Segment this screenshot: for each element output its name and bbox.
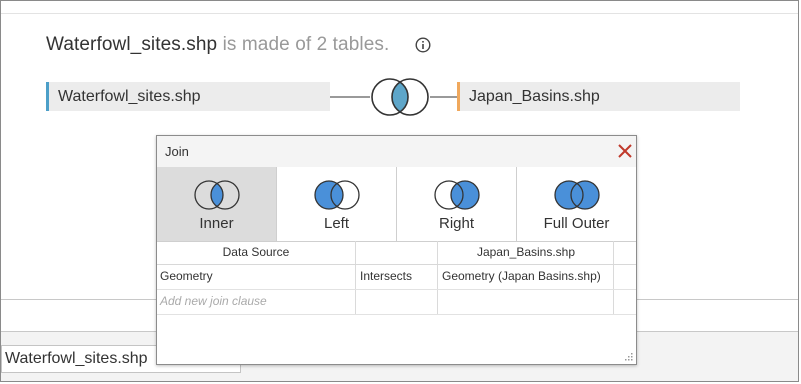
column-divider <box>613 290 614 314</box>
close-icon[interactable] <box>616 142 634 160</box>
column-divider <box>613 265 614 289</box>
connector-line-right <box>430 96 457 98</box>
full-outer-join-icon <box>553 180 600 210</box>
join-type-full-outer[interactable]: Full Outer <box>517 167 636 241</box>
clause-header-row: Data Source Japan_Basins.shp <box>157 241 636 265</box>
join-clause-row[interactable]: Geometry Intersects Geometry (Japan Basi… <box>157 265 636 290</box>
join-type-left[interactable]: Left <box>277 167 397 241</box>
join-type-label: Full Outer <box>543 215 610 232</box>
join-type-label: Right <box>438 215 475 232</box>
inner-join-icon <box>193 180 240 210</box>
right-table-pill[interactable]: Japan_Basins.shp <box>457 82 740 111</box>
column-divider <box>355 265 356 289</box>
clause-right-field[interactable]: Geometry (Japan Basins.shp) <box>442 265 601 288</box>
connector-line-left <box>330 96 370 98</box>
column-header-left: Data Source <box>222 245 290 259</box>
info-icon[interactable] <box>415 37 431 53</box>
column-divider <box>613 241 614 264</box>
join-type-right[interactable]: Right <box>397 167 517 241</box>
join-type-label: Inner <box>199 215 234 232</box>
data-source-name: Waterfowl_sites.shp <box>46 34 218 55</box>
column-header-right: Japan_Basins.shp <box>476 245 576 259</box>
add-clause-input[interactable]: Add new join clause <box>160 290 267 313</box>
clause-operator[interactable]: Intersects <box>360 265 412 288</box>
join-type-selector: Inner Left Right Full Outer <box>157 167 636 242</box>
join-dialog: Join Inner Left Right Full Outer Data So… <box>156 135 637 365</box>
page-title: Waterfowl_sites.shp is made of 2 tables. <box>46 34 389 56</box>
join-venn-icon[interactable] <box>368 75 432 119</box>
right-join-icon <box>433 180 480 210</box>
column-divider <box>437 265 438 289</box>
add-clause-row[interactable]: Add new join clause <box>157 290 636 315</box>
table-count-text: is made of 2 tables. <box>217 34 390 55</box>
column-divider <box>355 241 356 264</box>
dialog-title: Join <box>165 144 189 159</box>
clause-left-field[interactable]: Geometry <box>160 265 213 288</box>
resize-grip-icon[interactable] <box>624 352 633 361</box>
left-table-pill[interactable]: Waterfowl_sites.shp <box>46 82 330 111</box>
column-divider <box>355 290 356 314</box>
left-join-icon <box>313 180 360 210</box>
join-type-label: Left <box>323 215 350 232</box>
column-divider <box>437 290 438 314</box>
dialog-header: Join <box>157 136 636 168</box>
top-strip <box>1 1 798 14</box>
join-type-inner[interactable]: Inner <box>157 167 277 241</box>
